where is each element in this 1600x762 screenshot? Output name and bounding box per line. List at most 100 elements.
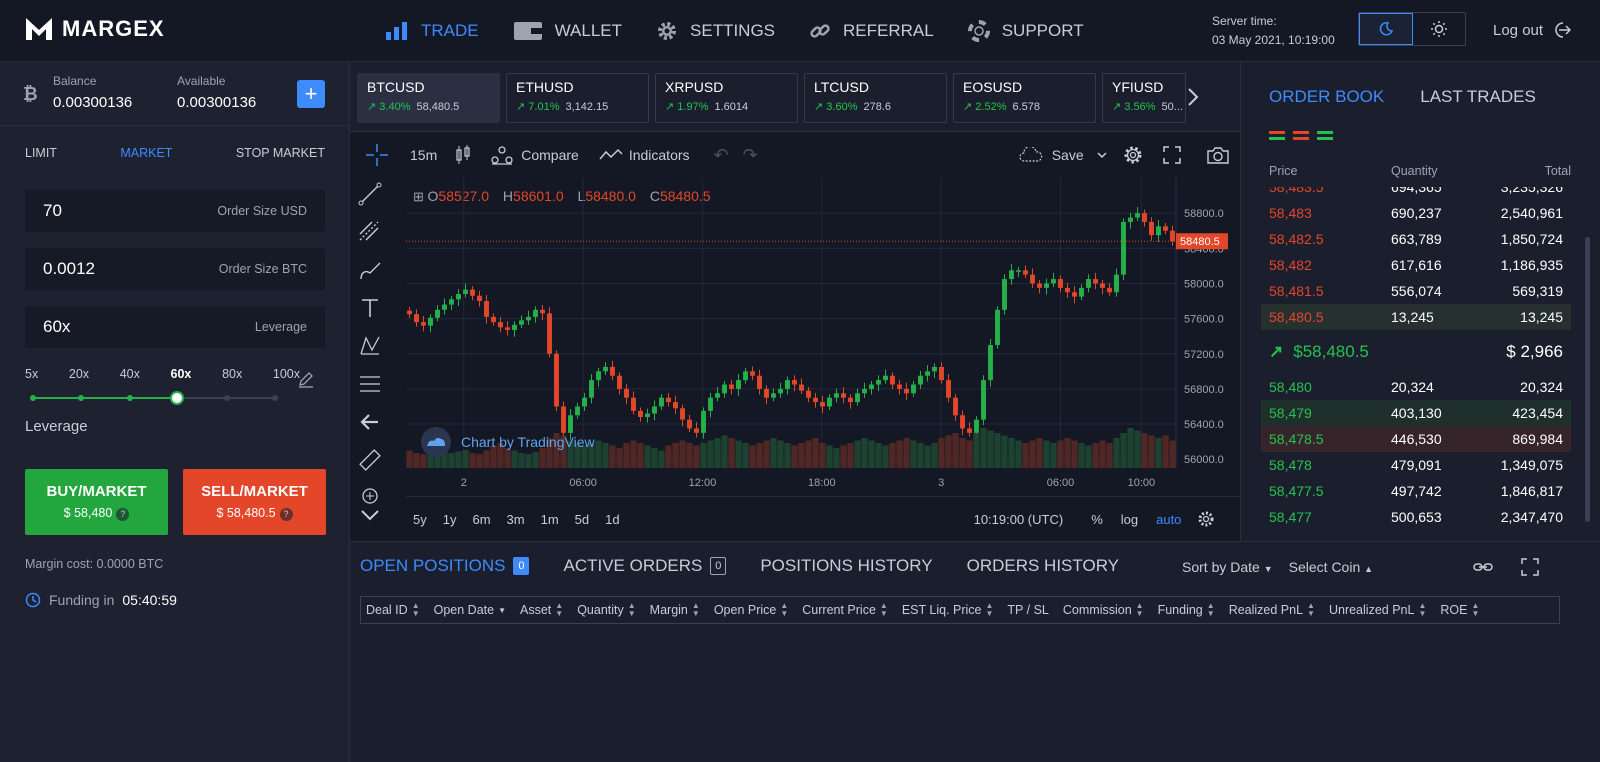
- leverage-field[interactable]: 60x Leverage: [25, 306, 325, 348]
- col-current-price[interactable]: Current Price ▲ ▼: [802, 602, 888, 618]
- col-quantity[interactable]: Quantity ▲ ▼: [577, 602, 635, 618]
- sort-by-dropdown[interactable]: Sort by Date ▼: [1182, 559, 1273, 575]
- chevron-right-icon[interactable]: [1186, 87, 1200, 107]
- range-5d[interactable]: 5d: [575, 512, 589, 527]
- gear-icon[interactable]: [1197, 510, 1215, 528]
- trend-line-icon[interactable]: [358, 182, 382, 206]
- leverage-option[interactable]: 40x: [120, 367, 140, 381]
- range-3m[interactable]: 3m: [507, 512, 525, 527]
- tab-market[interactable]: MARKET: [120, 146, 172, 160]
- pattern-icon[interactable]: [358, 334, 382, 358]
- chevron-down-icon[interactable]: [358, 508, 382, 522]
- gear-icon[interactable]: [1122, 144, 1144, 166]
- col-margin[interactable]: Margin ▲ ▼: [650, 602, 700, 618]
- ask-row[interactable]: 58,483.5 694,365 3,235,326: [1261, 187, 1571, 200]
- percent-toggle[interactable]: %: [1091, 512, 1103, 527]
- bid-row[interactable]: 58,478.5 446,530 869,984: [1261, 426, 1571, 452]
- tradingview-watermark[interactable]: Chart by TradingView: [421, 427, 595, 457]
- ticker-eosusd[interactable]: EOSUSD ↗ 2.52% 6.578: [953, 73, 1096, 123]
- auto-toggle[interactable]: auto: [1156, 512, 1181, 527]
- logout-link[interactable]: Log out: [1493, 21, 1572, 39]
- tab-stop-market[interactable]: STOP MARKET: [236, 146, 325, 160]
- leverage-slider[interactable]: [30, 391, 278, 405]
- ask-row[interactable]: 58,481.5 556,074 569,319: [1261, 278, 1571, 304]
- link-icon[interactable]: [1473, 560, 1493, 574]
- log-toggle[interactable]: log: [1121, 512, 1138, 527]
- zoom-in-icon[interactable]: [360, 486, 380, 506]
- col-unrealized-pnl[interactable]: Unrealized PnL ▲ ▼: [1329, 602, 1426, 618]
- nav-referral[interactable]: REFERRAL: [809, 20, 934, 42]
- range-6m[interactable]: 6m: [472, 512, 490, 527]
- leverage-option[interactable]: 5x: [25, 367, 38, 381]
- nav-wallet[interactable]: WALLET: [513, 20, 622, 42]
- leverage-option[interactable]: 20x: [69, 367, 89, 381]
- ticker-ltcusd[interactable]: LTCUSD ↗ 3.60% 278.6: [804, 73, 947, 123]
- col-open-date[interactable]: Open Date ▼: [434, 603, 506, 617]
- parallel-channel-icon[interactable]: [358, 220, 382, 244]
- tab-orders-history[interactable]: ORDERS HISTORY: [967, 556, 1119, 576]
- add-funds-button[interactable]: +: [297, 80, 325, 108]
- arrow-left-icon[interactable]: [358, 410, 382, 434]
- chart-time[interactable]: 10:19:00 (UTC): [974, 512, 1064, 527]
- leverage-option[interactable]: 80x: [222, 367, 242, 381]
- help-icon[interactable]: ?: [279, 508, 293, 521]
- brush-icon[interactable]: [358, 258, 382, 282]
- tab-last-trades[interactable]: LAST TRADES: [1420, 87, 1536, 107]
- nav-settings[interactable]: SETTINGS: [656, 20, 775, 42]
- ticker-yfiusd[interactable]: YFIUSD ↗ 3.56% 50...: [1102, 73, 1186, 123]
- range-1d[interactable]: 1d: [605, 512, 619, 527]
- buy-market-button[interactable]: BUY/MARKET $ 58,480?: [25, 469, 168, 535]
- nav-support[interactable]: SUPPORT: [967, 20, 1084, 42]
- col-tp-sl[interactable]: TP / SL: [1007, 603, 1048, 617]
- text-tool-icon[interactable]: [358, 296, 382, 320]
- col-open-price[interactable]: Open Price ▲ ▼: [714, 602, 788, 618]
- crosshair-icon[interactable]: [364, 142, 390, 168]
- camera-icon[interactable]: [1206, 145, 1230, 165]
- redo-icon[interactable]: ↷: [743, 145, 758, 166]
- sell-market-button[interactable]: SELL/MARKET $ 58,480.5?: [183, 469, 326, 535]
- ticker-xrpusd[interactable]: XRPUSD ↗ 1.97% 1.6014: [655, 73, 798, 123]
- ask-row[interactable]: 58,483 690,237 2,540,961: [1261, 200, 1571, 226]
- edit-icon[interactable]: [297, 370, 315, 388]
- col-asset[interactable]: Asset ▲ ▼: [520, 602, 563, 618]
- ticker-btcusd[interactable]: BTCUSD ↗ 3.40% 58,480.5: [357, 73, 500, 123]
- ask-row[interactable]: 58,482 617,616 1,186,935: [1261, 252, 1571, 278]
- ask-row[interactable]: 58,482.5 663,789 1,850,724: [1261, 226, 1571, 252]
- indicators-button[interactable]: Indicators: [629, 147, 690, 163]
- tab-active-orders[interactable]: ACTIVE ORDERS 0: [563, 556, 727, 576]
- tab-limit[interactable]: LIMIT: [25, 146, 57, 160]
- col-deal-id[interactable]: Deal ID ▲ ▼: [366, 602, 420, 618]
- bid-row[interactable]: 58,477 500,653 2,347,470: [1261, 504, 1571, 527]
- fib-retracement-icon[interactable]: [358, 372, 382, 396]
- tab-order-book[interactable]: ORDER BOOK: [1269, 87, 1384, 107]
- brand-logo[interactable]: MARGEX: [24, 16, 165, 42]
- help-icon[interactable]: ?: [116, 508, 130, 521]
- ruler-icon[interactable]: [358, 448, 382, 472]
- tab-open-positions[interactable]: OPEN POSITIONS 0: [360, 556, 530, 576]
- bid-row[interactable]: 58,480 20,324 20,324: [1261, 374, 1571, 400]
- bid-row[interactable]: 58,479 403,130 423,454: [1261, 400, 1571, 426]
- dark-theme-button[interactable]: [1359, 13, 1413, 45]
- range-5y[interactable]: 5y: [413, 512, 427, 527]
- col-liq-price[interactable]: EST Liq. Price ▲ ▼: [902, 602, 994, 618]
- tab-positions-history[interactable]: POSITIONS HISTORY: [760, 556, 932, 576]
- view-bids-only-icon[interactable]: [1317, 130, 1333, 142]
- order-size-btc-field[interactable]: 0.0012 Order Size BTC: [25, 248, 325, 290]
- ask-row[interactable]: 58,480.5 13,245 13,245: [1261, 304, 1571, 330]
- col-roe[interactable]: ROE ▲ ▼: [1440, 602, 1479, 618]
- light-theme-button[interactable]: [1413, 13, 1465, 45]
- col-funding[interactable]: Funding ▲ ▼: [1158, 602, 1215, 618]
- fullscreen-icon[interactable]: [1521, 558, 1539, 576]
- undo-icon[interactable]: ↶: [714, 145, 729, 166]
- candles-icon[interactable]: [455, 144, 471, 166]
- select-coin-dropdown[interactable]: Select Coin ▲: [1289, 559, 1373, 575]
- chevron-down-icon[interactable]: [1096, 149, 1108, 161]
- range-1m[interactable]: 1m: [541, 512, 559, 527]
- leverage-option[interactable]: 100x: [273, 367, 300, 381]
- bid-row[interactable]: 58,477.5 497,742 1,846,817: [1261, 478, 1571, 504]
- view-asks-icon[interactable]: [1269, 130, 1285, 142]
- ticker-ethusd[interactable]: ETHUSD ↗ 7.01% 3,142.15: [506, 73, 649, 123]
- compare-button[interactable]: Compare: [521, 147, 579, 163]
- range-1y[interactable]: 1y: [443, 512, 457, 527]
- fullscreen-icon[interactable]: [1162, 145, 1182, 165]
